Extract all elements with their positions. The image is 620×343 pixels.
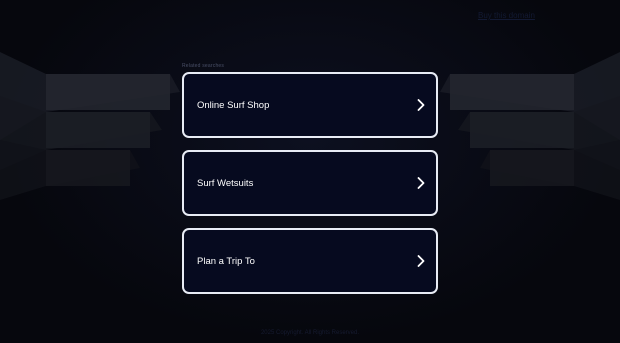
- buy-domain-link[interactable]: Buy this domain: [478, 11, 535, 20]
- page: Buy this domain Related searches Online …: [0, 0, 620, 343]
- search-item-label: Surf Wetsuits: [197, 177, 254, 189]
- chevron-right-icon: [416, 176, 426, 190]
- search-item-online-surf-shop[interactable]: Online Surf Shop: [182, 72, 438, 138]
- search-item-plan-a-trip-to[interactable]: Plan a Trip To: [182, 228, 438, 294]
- search-item-label: Online Surf Shop: [197, 99, 270, 111]
- footer-copyright: 2025 Copyright. All Rights Reserved.: [260, 330, 360, 336]
- search-item-label: Plan a Trip To: [197, 255, 255, 267]
- related-searches-label: Related searches: [182, 63, 225, 69]
- search-item-surf-wetsuits[interactable]: Surf Wetsuits: [182, 150, 438, 216]
- chevron-right-icon: [416, 98, 426, 112]
- related-searches-list: Online Surf Shop Surf Wetsuits Plan a Tr…: [182, 72, 438, 306]
- chevron-right-icon: [416, 254, 426, 268]
